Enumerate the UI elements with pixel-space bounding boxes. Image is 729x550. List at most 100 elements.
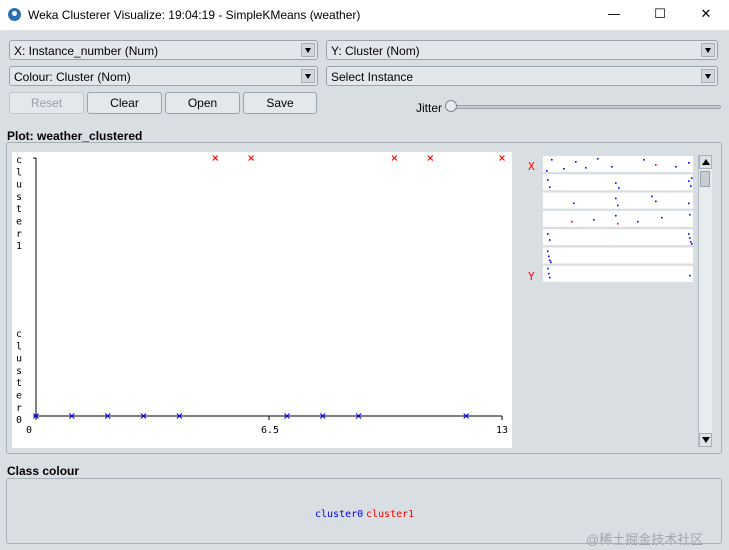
x-axis-select[interactable]: X: Instance_number (Num) xyxy=(9,40,318,60)
close-button[interactable]: ✕ xyxy=(683,0,729,30)
y-label-char: e xyxy=(16,217,22,228)
watermark: @稀土掘金技术社区 xyxy=(586,532,704,547)
strip-point xyxy=(615,197,617,200)
attribute-matrix-svg: X Y xyxy=(528,156,693,283)
x-tick-labels: 0 6.5 13 xyxy=(26,416,508,436)
data-point-cluster1[interactable] xyxy=(212,155,219,161)
strip-point xyxy=(546,170,548,172)
reset-button[interactable]: Reset xyxy=(9,92,84,114)
y-label-char: r xyxy=(16,403,22,414)
colour-select[interactable]: Colour: Cluster (Nom) xyxy=(9,66,318,86)
window-title: Weka Clusterer Visualize: 19:04:19 - Sim… xyxy=(28,8,361,22)
y-label-char: u xyxy=(16,354,22,365)
legend-cluster0[interactable]: cluster0 xyxy=(315,509,363,520)
select-instance-value: Select Instance xyxy=(331,70,414,84)
x-tick-label: 6.5 xyxy=(261,425,279,436)
strip-point xyxy=(549,239,551,241)
scroll-up-icon[interactable] xyxy=(699,155,712,169)
weka-app-icon xyxy=(8,8,21,21)
attribute-matrix-panel: X Y xyxy=(524,152,712,448)
jitter-slider-track[interactable] xyxy=(448,105,721,109)
scatter-plot[interactable]: cluster1 cluster0 0 6.5 13 xyxy=(12,152,512,448)
scroll-down-icon[interactable] xyxy=(699,433,712,447)
strip-point xyxy=(688,180,690,182)
colour-select-value: Colour: Cluster (Nom) xyxy=(14,70,131,84)
strip-point xyxy=(563,168,565,170)
strip-point xyxy=(651,195,653,198)
attribute-strip[interactable] xyxy=(543,229,693,246)
data-point-cluster1[interactable] xyxy=(248,155,254,161)
strip-point xyxy=(655,200,657,203)
y-label-cluster1: cluster1 xyxy=(16,155,22,252)
scatter-plot-svg: cluster1 cluster0 0 6.5 13 xyxy=(16,155,508,436)
strip-point xyxy=(548,255,550,258)
attribute-strips[interactable] xyxy=(543,156,693,282)
strip-point xyxy=(689,237,691,239)
save-button[interactable]: Save xyxy=(243,92,317,114)
strip-point xyxy=(575,161,577,163)
x-tick-label: 13 xyxy=(496,425,508,436)
y-label-char: l xyxy=(16,167,22,178)
strip-point xyxy=(547,179,549,181)
attribute-strip[interactable] xyxy=(543,265,693,282)
y-label-char: t xyxy=(16,204,22,215)
data-point-cluster1[interactable] xyxy=(499,155,505,161)
y-axis-select-value: Y: Cluster (Nom) xyxy=(331,44,420,58)
strip-point xyxy=(585,167,587,169)
strip-point xyxy=(618,187,620,189)
open-button[interactable]: Open xyxy=(165,92,240,114)
y-label-char: u xyxy=(16,180,22,191)
y-label-cluster0: cluster0 xyxy=(16,329,22,426)
strip-point xyxy=(549,259,551,262)
y-label-char: 1 xyxy=(16,241,22,252)
y-label-char: s xyxy=(16,192,22,203)
strip-point xyxy=(549,276,551,279)
strip-point xyxy=(549,186,551,188)
maximize-button[interactable]: ☐ xyxy=(637,0,683,30)
strip-point xyxy=(571,220,573,223)
attribute-strip[interactable] xyxy=(543,156,693,172)
strip-point xyxy=(690,241,692,243)
data-point-cluster1[interactable] xyxy=(391,155,398,161)
strip-point xyxy=(547,267,549,270)
strip-point xyxy=(551,159,553,161)
class-colour-title: Class colour xyxy=(7,464,80,478)
strip-point xyxy=(615,182,617,184)
strip-point xyxy=(675,166,677,168)
attribute-strip[interactable] xyxy=(543,247,693,264)
y-label-char: r xyxy=(16,229,22,240)
strip-point xyxy=(691,243,693,245)
strip-point xyxy=(617,204,619,207)
title-bar: Weka Clusterer Visualize: 19:04:19 - Sim… xyxy=(0,0,729,31)
strip-point xyxy=(593,218,595,221)
strip-point xyxy=(655,164,657,166)
x-axis-select-value: X: Instance_number (Num) xyxy=(14,44,159,58)
jitter-slider-thumb[interactable] xyxy=(445,100,457,112)
strip-point xyxy=(690,185,692,187)
plot-title: Plot: weather_clustered xyxy=(7,129,143,143)
legend-cluster1[interactable]: cluster1 xyxy=(366,509,414,520)
clear-button[interactable]: Clear xyxy=(87,92,162,114)
strip-point xyxy=(550,261,552,264)
strip-point xyxy=(688,233,690,235)
strip-point xyxy=(688,162,690,164)
strip-point xyxy=(637,220,639,223)
strip-point xyxy=(617,222,619,225)
data-point-cluster1[interactable] xyxy=(427,155,434,161)
y-axis-select[interactable]: Y: Cluster (Nom) xyxy=(326,40,718,60)
x-tick-label: 0 xyxy=(26,425,32,436)
y-label-char: t xyxy=(16,378,22,389)
strip-point xyxy=(643,159,645,161)
jitter-label: Jitter xyxy=(416,101,443,115)
select-instance-select[interactable]: Select Instance xyxy=(326,66,718,86)
scroll-thumb[interactable] xyxy=(700,171,710,187)
strip-point xyxy=(547,233,549,235)
minimize-button[interactable]: — xyxy=(591,0,637,30)
chevron-down-icon xyxy=(301,43,315,57)
matrix-scrollbar[interactable] xyxy=(698,155,712,447)
y-label-char: c xyxy=(16,155,22,166)
y-label-char: 0 xyxy=(16,415,22,426)
y-label-char: c xyxy=(16,329,22,340)
attribute-strip[interactable] xyxy=(543,192,693,209)
strip-point xyxy=(691,177,693,179)
